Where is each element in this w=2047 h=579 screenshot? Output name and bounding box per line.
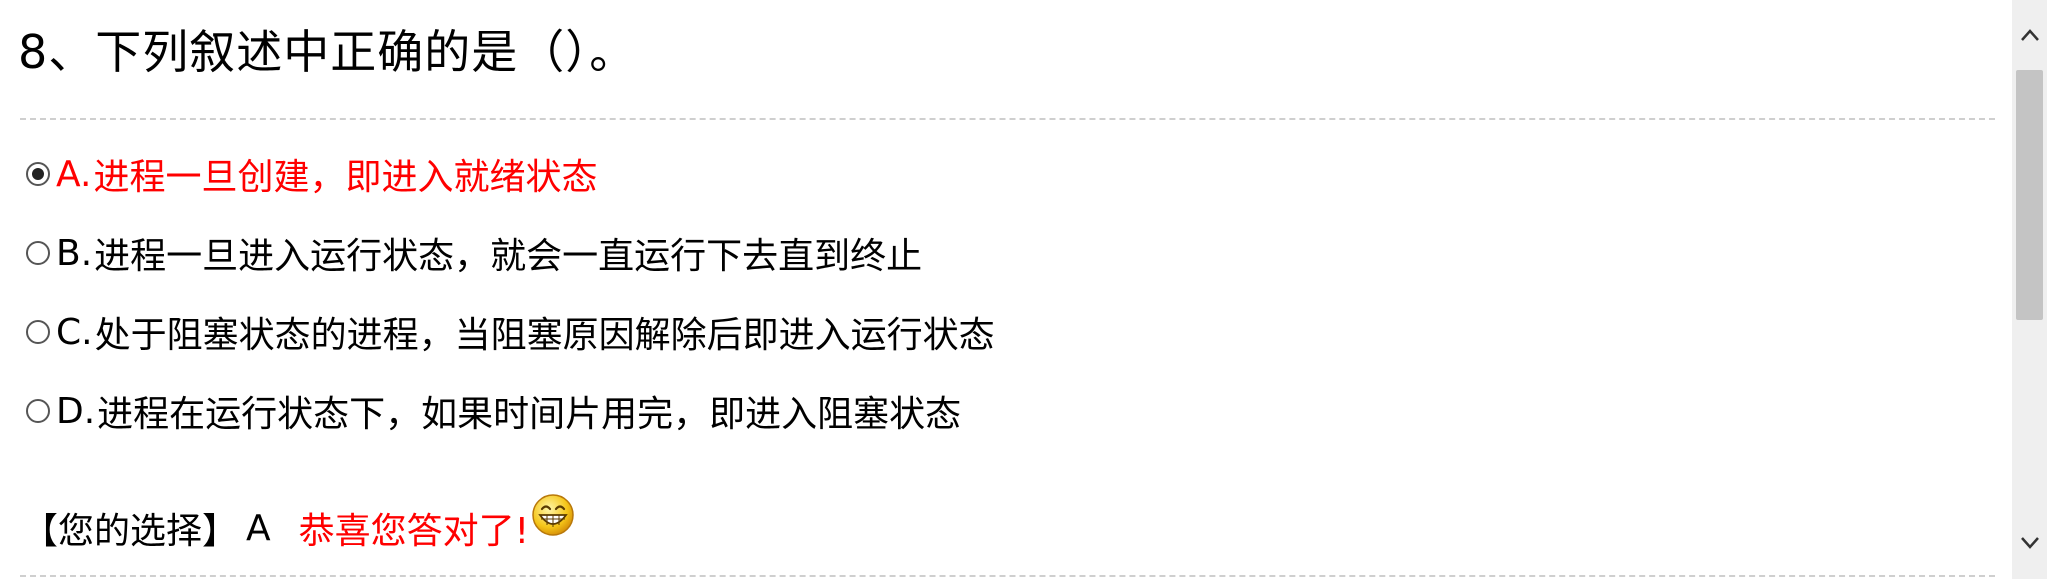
grinning-face-icon <box>532 494 574 536</box>
option-letter: D. <box>56 390 96 432</box>
scroll-down-button[interactable] <box>2012 522 2047 564</box>
answer-result: 【您的选择】 A 恭喜您答对了! <box>22 494 575 560</box>
divider <box>20 575 1995 577</box>
option-d[interactable]: D. 进程在运行状态下，如果时间片用完，即进入阻塞状态 <box>26 385 995 437</box>
radio-button-checked[interactable] <box>26 162 50 186</box>
radio-button[interactable] <box>26 399 50 423</box>
your-choice-value: A <box>246 507 271 549</box>
scrollbar-thumb[interactable] <box>2016 70 2043 320</box>
option-text: 进程一旦创建，即进入就绪状态 <box>93 157 598 198</box>
option-letter: C. <box>56 311 93 353</box>
option-letter: A. <box>56 153 92 195</box>
chevron-down-icon <box>2020 537 2039 549</box>
chevron-up-icon <box>2020 29 2039 41</box>
option-text: 进程在运行状态下，如果时间片用完，即进入阻塞状态 <box>97 394 962 435</box>
option-text: 处于阻塞状态的进程，当阻塞原因解除后即进入运行状态 <box>94 315 995 356</box>
vertical-scrollbar[interactable] <box>2012 0 2047 579</box>
question-title: 8、下列叙述中正确的是（）。 <box>18 25 637 79</box>
options-list: A. 进程一旦创建，即进入就绪状态 B. 进程一旦进入运行状态，就会一直运行下去… <box>26 148 995 464</box>
your-choice-label: 【您的选择】 <box>22 511 239 552</box>
scroll-up-button[interactable] <box>2012 14 2047 56</box>
option-letter: B. <box>56 232 93 274</box>
radio-button[interactable] <box>26 320 50 344</box>
option-b[interactable]: B. 进程一旦进入运行状态，就会一直运行下去直到终止 <box>26 227 995 279</box>
divider <box>20 118 1995 120</box>
option-a[interactable]: A. 进程一旦创建，即进入就绪状态 <box>26 148 995 200</box>
radio-button[interactable] <box>26 241 50 265</box>
option-c[interactable]: C. 处于阻塞状态的进程，当阻塞原因解除后即进入运行状态 <box>26 306 995 358</box>
result-message: 恭喜您答对了! <box>298 511 530 552</box>
quiz-question-panel: 8、下列叙述中正确的是（）。 A. 进程一旦创建，即进入就绪状态 B. 进程一旦… <box>0 0 2010 579</box>
option-text: 进程一旦进入运行状态，就会一直运行下去直到终止 <box>94 236 923 277</box>
